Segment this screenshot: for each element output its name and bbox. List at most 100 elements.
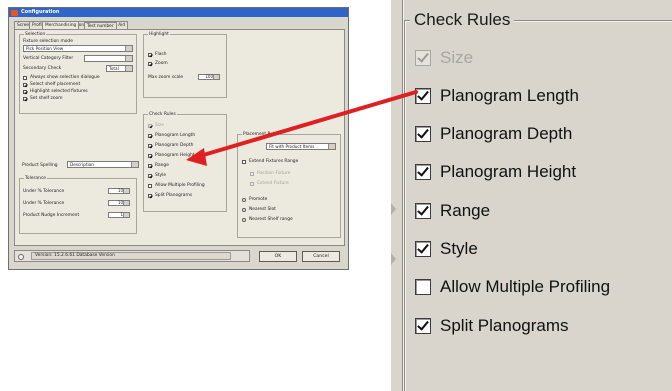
nearest-slot-label: Nearest Slot (249, 207, 276, 212)
nearest-shelf-radio[interactable] (242, 218, 246, 222)
option-label-1: Select shelf placement (30, 82, 81, 87)
app-icon (11, 9, 18, 16)
status-bar: Version: 15.2.6.61 Database Version (14, 250, 250, 262)
rule-size-checkbox (415, 50, 431, 66)
check-rules-zoom-panel: Check Rules Size Planogram Length Planog… (391, 0, 672, 391)
secondary-check-label: Secondary Check (23, 66, 62, 71)
small-rule-checkbox-0 (148, 124, 152, 128)
tolerance-spinner-1[interactable]: 10 (108, 200, 130, 206)
highlight-flash-checkbox[interactable] (148, 53, 152, 57)
window-title: Configuration (21, 9, 60, 15)
small-rule-checkbox-4[interactable] (148, 164, 152, 168)
highlight-group-label: Highlight (148, 32, 170, 37)
placement-rules-label: Placement Rules (242, 132, 281, 137)
highlight-flash-label: Flash (155, 52, 167, 57)
tolerance-spinner-2[interactable]: 1 (108, 212, 130, 218)
tolerance-group: Tolerance Under % Tolerance 10 Under % T… (19, 176, 137, 234)
extend-range-label: Extend Fixtures Range (249, 159, 299, 164)
check-mark-icon (417, 318, 429, 331)
product-spelling-label: Product Spelling (22, 163, 58, 168)
configuration-window: Configuration Screen Profiling Configura… (8, 7, 349, 270)
small-rule-label-4: Range (155, 163, 169, 168)
rule-planogram-length-checkbox[interactable] (415, 88, 431, 104)
option-label-3: Set shelf zoom (30, 96, 63, 101)
splitter-marker (391, 203, 396, 215)
rule-planogram-length-label: Planogram Length (440, 86, 579, 105)
tolerance-label-2: Product Nudge Increment (23, 213, 80, 218)
rule-style-label: Style (440, 239, 478, 258)
check-mark-icon (417, 50, 429, 63)
rule-split-planograms-checkbox[interactable] (415, 318, 431, 334)
option-checkbox-2[interactable] (23, 90, 27, 94)
rule-allow-multiple-profiling-label: Allow Multiple Profiling (440, 277, 611, 296)
extend-range-checkbox[interactable] (242, 160, 246, 164)
vertical-filter-select[interactable] (84, 55, 133, 62)
nearest-slot-radio[interactable] (242, 208, 246, 212)
rule-allow-multiple-profiling-checkbox[interactable] (415, 279, 431, 295)
tolerance-label-1: Under % Tolerance (23, 201, 65, 206)
selection-group-label: Selection (24, 32, 47, 37)
highlight-zoom-checkbox[interactable] (148, 62, 152, 66)
tolerance-spinner-0[interactable]: 10 (108, 188, 130, 194)
small-rule-checkbox-5[interactable] (148, 174, 152, 178)
rule-range-checkbox[interactable] (415, 203, 431, 219)
merchandising-panel: Selection Fixture selection mode Pick Po… (14, 29, 345, 246)
check-mark-icon (417, 241, 429, 254)
check-mark-icon (417, 203, 429, 216)
placement-rules-group: Placement Rules Fit with Product Items E… (237, 132, 341, 238)
option-checkbox-1[interactable] (23, 83, 27, 87)
max-zoom-label: Max zoom scale (148, 75, 184, 80)
small-rule-label-0: Size (155, 123, 165, 128)
tolerance-label-0: Under % Tolerance (23, 189, 65, 194)
product-spelling-select[interactable]: Description (67, 161, 139, 168)
check-mark-icon (417, 164, 429, 177)
highlight-zoom-label: Zoom (155, 61, 168, 66)
status-icon (18, 254, 24, 260)
secondary-check-select[interactable]: Total (106, 65, 133, 72)
check-mark-icon (417, 88, 429, 101)
check-rules-small-group: Check Rules Size Planogram Length Planog… (143, 112, 227, 212)
rule-size-label: Size (440, 48, 474, 67)
rule-style-checkbox[interactable] (415, 241, 431, 257)
cancel-button[interactable]: Cancel (302, 251, 340, 262)
small-rule-checkbox-2[interactable] (148, 144, 152, 148)
small-rule-label-6: Allow Multiple Profiling (155, 183, 205, 188)
position-fixture-checkbox (250, 172, 254, 176)
vertical-filter-label: Vertical Category Filter (23, 56, 74, 61)
ok-button[interactable]: OK (259, 251, 297, 262)
fixture-mode-select[interactable]: Pick Position View (23, 45, 133, 52)
rule-planogram-depth-label: Planogram Depth (440, 124, 573, 143)
small-rule-checkbox-3[interactable] (148, 154, 152, 158)
option-checkbox-3[interactable] (23, 97, 27, 101)
version-field: Version: 15.2.6.61 Database Version (31, 252, 231, 260)
placement-select[interactable]: Fit with Product Items (266, 143, 336, 150)
check-rules-legend: Check Rules (410, 10, 515, 30)
small-rule-checkbox-6[interactable] (148, 184, 152, 188)
check-rules-small-label: Check Rules (148, 112, 177, 117)
extend-fixture-checkbox (250, 182, 254, 186)
rule-split-planograms-label: Split Planograms (440, 316, 569, 335)
rule-planogram-height-label: Planogram Height (440, 162, 577, 181)
rule-planogram-height-checkbox[interactable] (415, 164, 431, 180)
option-label-2: Highlight selected fixtures (30, 89, 88, 94)
small-rule-checkbox-1[interactable] (148, 134, 152, 138)
fixture-mode-label: Fixture selection mode (23, 39, 73, 44)
max-zoom-spinner[interactable]: 100 (198, 74, 220, 80)
nearest-shelf-label: Nearest Shelf range (249, 217, 293, 222)
small-rule-label-3: Planogram Height (155, 153, 195, 158)
rule-planogram-depth-checkbox[interactable] (415, 126, 431, 142)
small-rule-label-2: Planogram Depth (155, 143, 194, 148)
small-rule-label-1: Planogram Length (155, 133, 196, 138)
tolerance-group-label: Tolerance (24, 176, 47, 181)
small-rule-checkbox-7[interactable] (148, 194, 152, 198)
promote-radio[interactable] (242, 198, 246, 202)
small-rule-label-7: Split Planograms (155, 193, 193, 198)
selection-group: Selection Fixture selection mode Pick Po… (19, 32, 137, 114)
small-rule-label-5: Style (155, 173, 167, 178)
promote-label: Promote (249, 197, 268, 202)
extend-fixture-label: Extend Fixture (257, 181, 289, 186)
rule-range-label: Range (440, 201, 491, 220)
highlight-group: Highlight Flash Zoom Max zoom scale 100 (143, 32, 227, 98)
option-checkbox-0[interactable] (23, 76, 27, 80)
window-titlebar: Configuration (9, 8, 348, 17)
